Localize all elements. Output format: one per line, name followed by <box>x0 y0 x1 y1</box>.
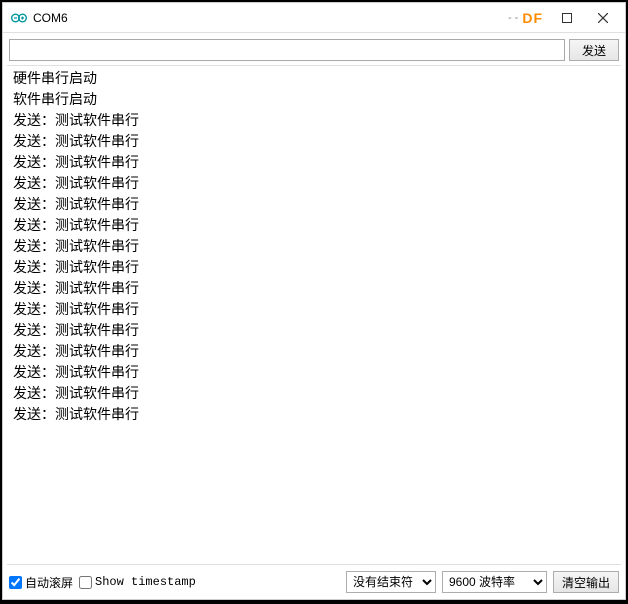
timestamp-label: Show timestamp <box>95 575 196 589</box>
autoscroll-checkbox[interactable] <box>9 576 22 589</box>
window-controls <box>549 4 621 32</box>
serial-input[interactable] <box>9 39 565 61</box>
close-button[interactable] <box>585 4 621 32</box>
maximize-button[interactable] <box>549 4 585 32</box>
title-dots: - - <box>508 12 518 24</box>
send-button[interactable]: 发送 <box>569 39 619 61</box>
window-title: COM6 <box>33 11 508 25</box>
baud-rate-select[interactable]: 300 波特率1200 波特率2400 波特率4800 波特率9600 波特率1… <box>442 571 547 593</box>
clear-output-button[interactable]: 清空输出 <box>553 571 619 593</box>
input-row: 发送 <box>3 33 625 65</box>
watermark-text: DF <box>522 10 543 26</box>
line-ending-select[interactable]: 没有结束符换行符回车NL 和 CR <box>346 571 436 593</box>
titlebar: COM6 - - DF <box>3 3 625 33</box>
autoscroll-checkbox-wrap[interactable]: 自动滚屏 <box>9 574 73 591</box>
arduino-icon <box>11 10 27 26</box>
timestamp-checkbox[interactable] <box>79 576 92 589</box>
timestamp-checkbox-wrap[interactable]: Show timestamp <box>79 575 196 589</box>
serial-output[interactable]: 硬件串行启动 软件串行启动 发送：测试软件串行 发送：测试软件串行 发送：测试软… <box>7 65 621 565</box>
autoscroll-label: 自动滚屏 <box>25 574 73 591</box>
serial-monitor-window: COM6 - - DF 发送 硬件串行启动 软件串行启动 发送：测试软件串行 发… <box>2 2 626 600</box>
bottom-bar: 自动滚屏 Show timestamp 没有结束符换行符回车NL 和 CR 30… <box>3 565 625 599</box>
